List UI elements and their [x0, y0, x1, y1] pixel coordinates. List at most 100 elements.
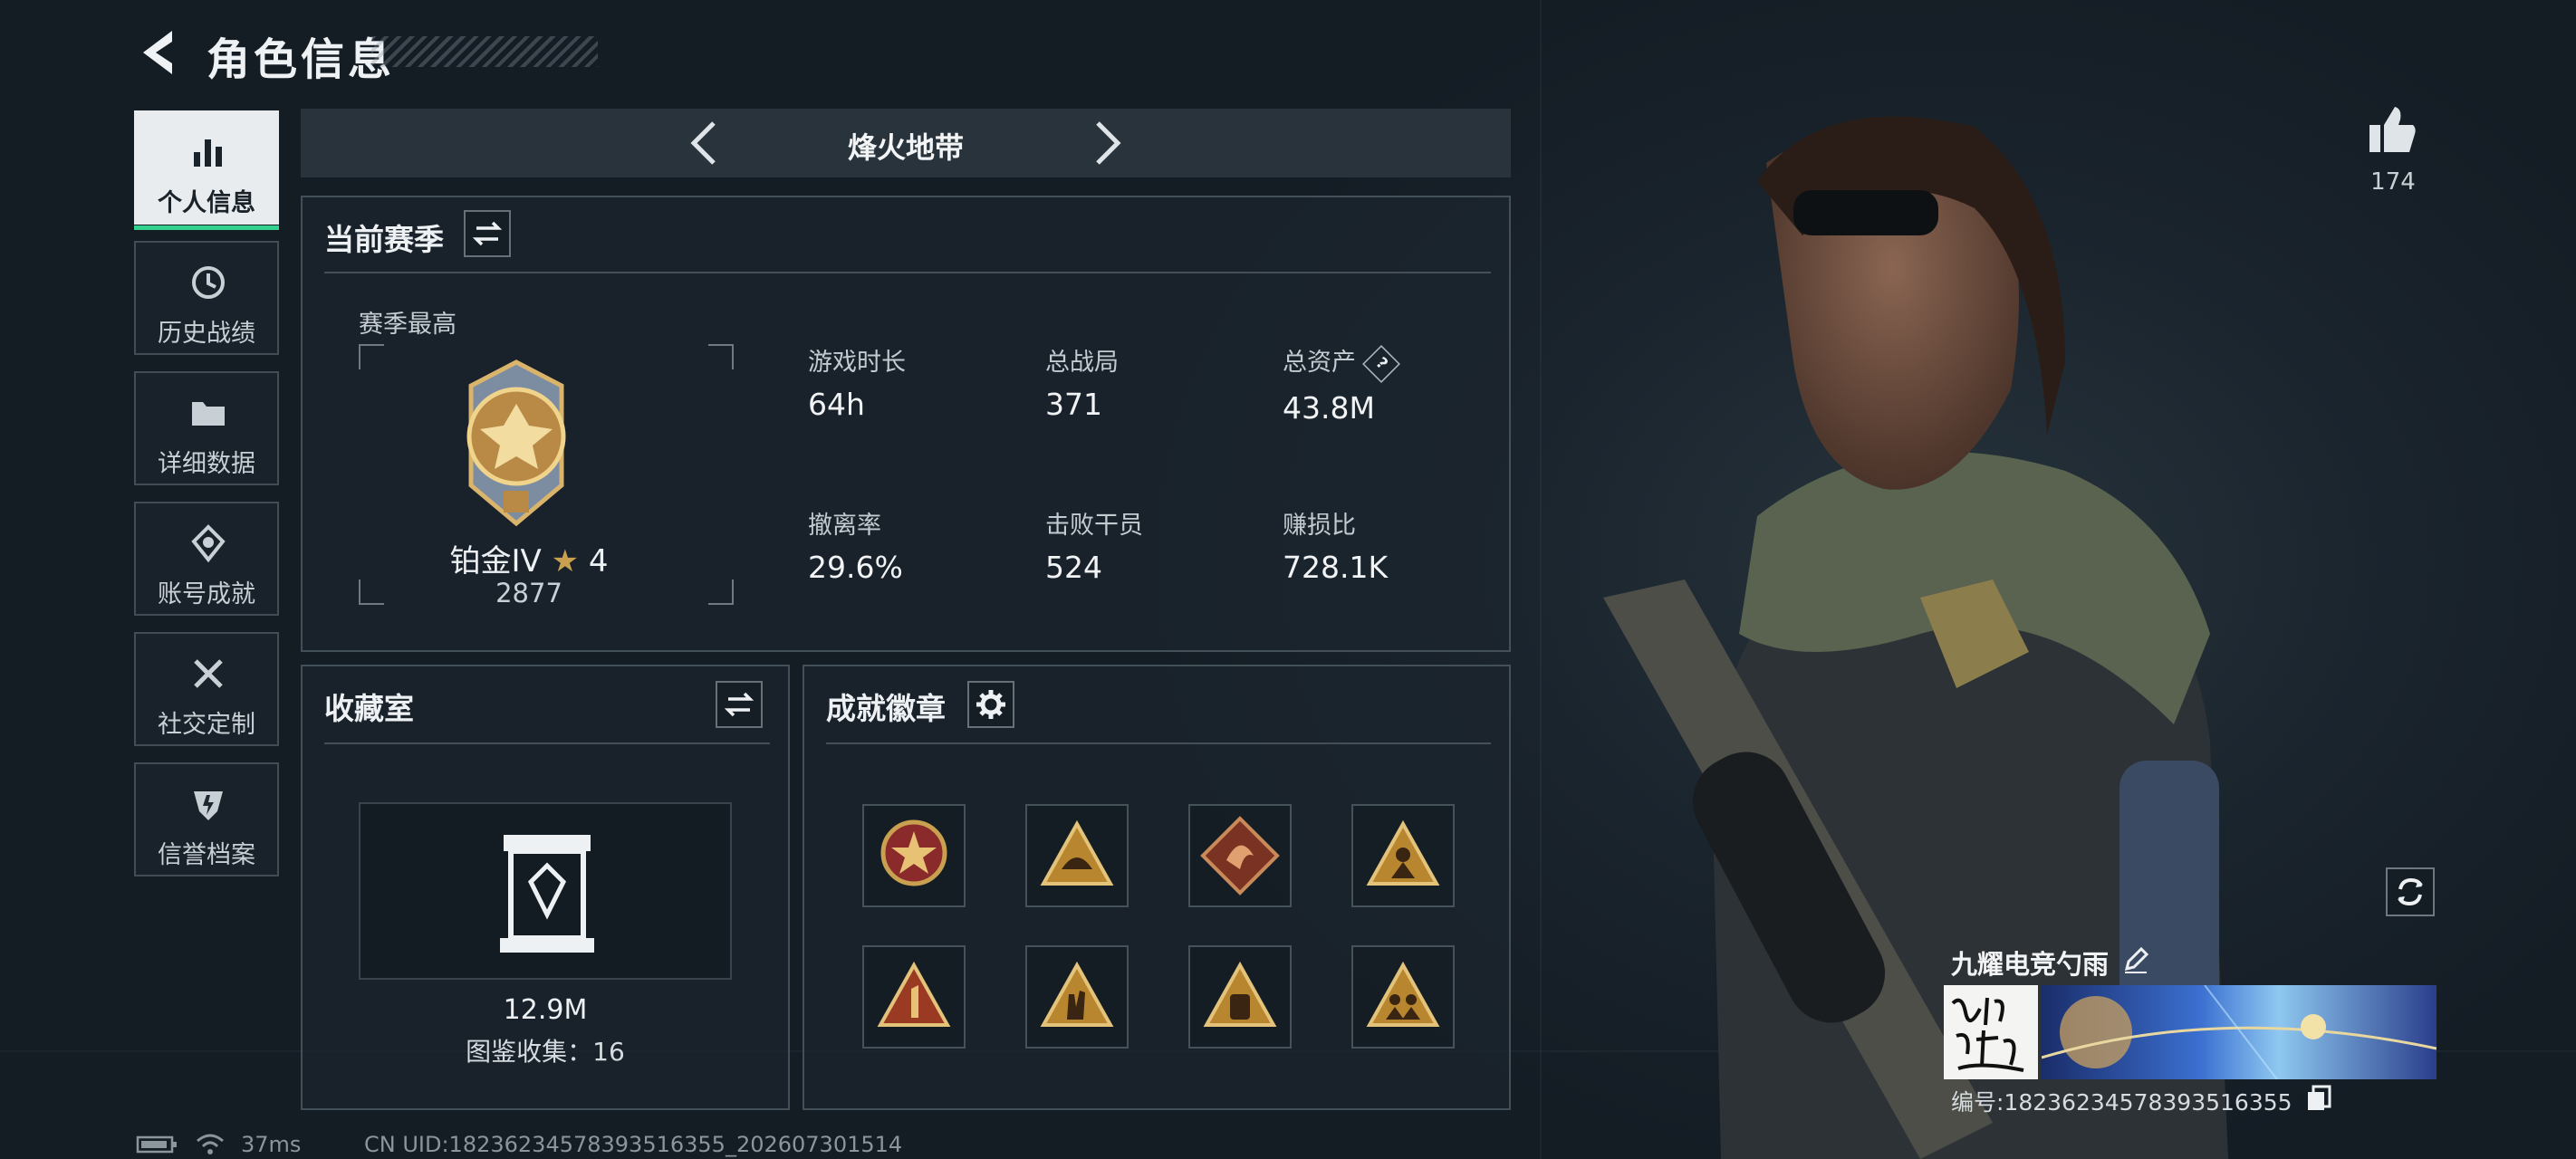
- chevron-right-icon[interactable]: [1080, 118, 1130, 168]
- collection-switch-button[interactable]: [716, 681, 763, 728]
- wifi-icon: [197, 1134, 224, 1154]
- sidebar-item-label: 社交定制: [158, 711, 255, 739]
- frame-corner: [359, 580, 384, 605]
- stat-play-time: 游戏时长 64h: [808, 342, 906, 422]
- catalog-collection: 图鉴收集：16: [466, 1037, 625, 1067]
- display-case-icon: [500, 835, 594, 953]
- stat-value: 64h: [808, 387, 865, 422]
- stat-value: 371: [1045, 387, 1102, 422]
- stat-value: 728.1K: [1283, 550, 1389, 585]
- collection-room-panel: 收藏室 12.9M 图鉴收集：16: [301, 665, 790, 1110]
- player-banner[interactable]: [2042, 985, 2437, 1079]
- copy-icon[interactable]: [2306, 1085, 2331, 1112]
- stat-operators-defeated: 击败干员 524: [1045, 505, 1143, 585]
- collection-display-case[interactable]: [359, 802, 732, 980]
- rank-name: 铂金IV: [449, 543, 542, 580]
- divider: [324, 272, 1491, 273]
- achievement-badge[interactable]: [1351, 945, 1455, 1049]
- sidebar-item-label: 详细数据: [158, 450, 255, 478]
- stat-label: 游戏时长: [808, 349, 906, 377]
- battery-icon: [136, 1135, 177, 1154]
- tools-icon: [194, 659, 223, 688]
- stat-value: 43.8M: [1283, 389, 1375, 426]
- player-id: 编号:18236234578393516355: [1951, 1089, 2292, 1116]
- collection-value: 12.9M: [503, 994, 588, 1026]
- account-uid: CN UID:18236234578393516355_202607301514: [364, 1132, 903, 1157]
- season-switch-button[interactable]: [464, 210, 511, 257]
- achievements-settings-button[interactable]: [967, 681, 1014, 728]
- folder-icon: [192, 402, 225, 426]
- sidebar-item-achievements[interactable]: 账号成就: [134, 502, 279, 616]
- stat-total-matches: 总战局 371: [1045, 342, 1119, 422]
- refresh-button[interactable]: [2386, 867, 2435, 916]
- number-one-triangle-icon: [877, 961, 951, 1027]
- stat-label-text: 总资产: [1283, 349, 1356, 377]
- achievement-badges-panel: 成就徽章: [803, 665, 1511, 1110]
- stat-value: 29.6%: [808, 550, 903, 585]
- backpack-triangle-icon: [1203, 961, 1277, 1027]
- back-arrow-icon[interactable]: [136, 27, 181, 78]
- credit-shield-icon: [194, 791, 223, 820]
- stat-label: 击败干员: [1045, 512, 1143, 540]
- achievements-title: 成就徽章: [826, 691, 946, 726]
- swap-icon: [472, 221, 503, 246]
- achievement-badge[interactable]: [862, 945, 966, 1049]
- gear-icon: [976, 690, 1005, 719]
- bar-chart-icon: [194, 139, 222, 167]
- like-count: 174: [2370, 168, 2416, 196]
- season-title: 当前赛季: [324, 222, 444, 257]
- collection-title: 收藏室: [324, 691, 414, 726]
- stat-label: 总资产 ?: [1283, 342, 1400, 383]
- space-banner-art: [2042, 985, 2437, 1079]
- achievement-badge[interactable]: [1025, 945, 1129, 1049]
- stat-label: 撤离率: [808, 512, 881, 540]
- thumbs-up-icon[interactable]: [2366, 103, 2418, 156]
- stat-extraction-rate: 撤离率 29.6%: [808, 505, 903, 585]
- divider: [324, 742, 770, 744]
- sidebar-item-label: 历史战绩: [158, 320, 255, 348]
- mode-name: 烽火地带: [847, 130, 964, 165]
- sidebar-item-social-custom[interactable]: 社交定制: [134, 632, 279, 746]
- achievement-badge[interactable]: [1025, 804, 1129, 907]
- title-decoration: [371, 36, 598, 67]
- achievement-icon: [191, 524, 226, 563]
- frame-corner: [708, 580, 734, 605]
- refresh-icon: [2398, 877, 2423, 906]
- rank-stars: 4: [588, 543, 609, 580]
- dragon-diamond-icon: [1200, 816, 1280, 896]
- sidebar-item-personal-info[interactable]: 个人信息: [134, 110, 279, 230]
- frame-corner: [359, 344, 384, 369]
- season-peak-label: 赛季最高: [359, 311, 457, 339]
- divider: [826, 742, 1491, 744]
- history-clock-icon: [192, 266, 225, 299]
- network-ping: 37ms: [241, 1132, 302, 1157]
- soldier-triangle-icon: [1366, 819, 1440, 886]
- player-signature-avatar[interactable]: [1944, 985, 2038, 1079]
- page-title: 角色信息: [207, 34, 396, 85]
- hand-sign-triangle-icon: [1040, 961, 1114, 1027]
- squad-triangle-icon: [1366, 961, 1440, 1027]
- sidebar-item-label: 个人信息: [158, 189, 255, 217]
- help-icon[interactable]: ?: [1361, 344, 1400, 383]
- handwritten-signature: [1951, 997, 2024, 1072]
- sidebar-item-label: 信誉档案: [158, 841, 255, 869]
- stat-label: 总战局: [1045, 349, 1119, 377]
- sidebar-item-detailed-data[interactable]: 详细数据: [134, 371, 279, 485]
- stat-value: 524: [1045, 550, 1102, 585]
- sidebar-item-label: 账号成就: [158, 580, 255, 608]
- sidebar-item-credit-record[interactable]: 信誉档案: [134, 762, 279, 876]
- achievement-badge[interactable]: [1188, 804, 1292, 907]
- sidebar-item-history[interactable]: 历史战绩: [134, 241, 279, 355]
- star-icon: ★: [551, 543, 580, 580]
- mode-switcher: 烽火地带: [301, 109, 1511, 177]
- edit-pencil-icon[interactable]: [2121, 945, 2150, 974]
- current-season-panel: 当前赛季 赛季最高 铂金IV ★ 4 2877 游戏时长 64h 总战局 371…: [301, 196, 1511, 652]
- achievement-badge[interactable]: [1351, 804, 1455, 907]
- stat-label: 赚损比: [1283, 512, 1356, 540]
- stat-total-assets: 总资产 ? 43.8M: [1283, 342, 1400, 426]
- achievement-badge[interactable]: [1188, 945, 1292, 1049]
- achievement-badge[interactable]: [862, 804, 966, 907]
- rank-emblem-icon: [466, 359, 566, 527]
- character-goggles: [1793, 190, 1938, 235]
- rank-score: 2877: [495, 578, 562, 608]
